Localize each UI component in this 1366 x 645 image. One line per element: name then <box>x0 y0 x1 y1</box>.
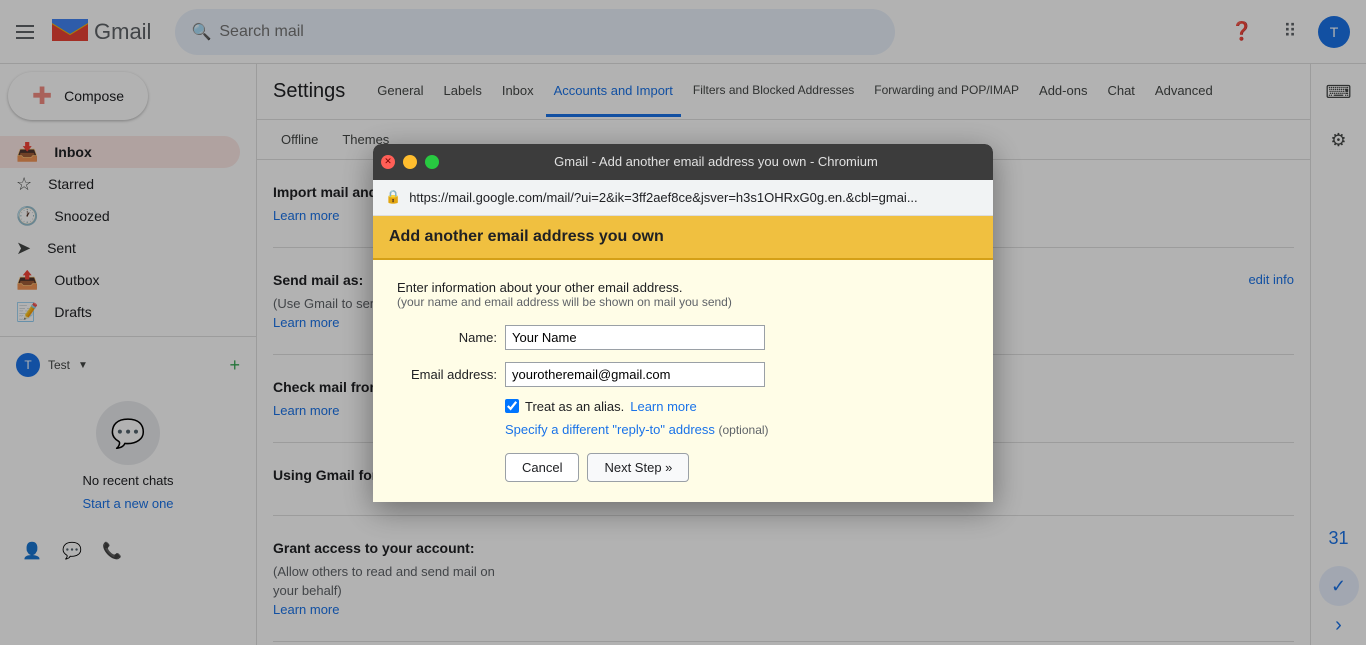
name-label: Name: <box>397 330 497 345</box>
name-input[interactable] <box>505 325 765 350</box>
reply-to-row: Specify a different "reply-to" address (… <box>505 422 969 437</box>
dialog-body: Enter information about your other email… <box>373 260 993 502</box>
browser-max-button[interactable] <box>425 155 439 169</box>
alias-checkbox[interactable] <box>505 399 519 413</box>
alias-row: Treat as an alias. Learn more <box>505 399 969 414</box>
reply-to-optional: (optional) <box>719 423 769 437</box>
dialog-info-text: Enter information about your other email… <box>397 280 969 295</box>
cancel-button[interactable]: Cancel <box>505 453 579 482</box>
dialog-info-subtext: (your name and email address will be sho… <box>397 295 969 309</box>
email-input[interactable] <box>505 362 765 387</box>
browser-window: ✕ Gmail - Add another email address you … <box>373 144 993 502</box>
dialog-content: Add another email address you own Enter … <box>373 216 993 502</box>
browser-close-button[interactable]: ✕ <box>381 155 395 169</box>
alias-label: Treat as an alias. <box>525 399 624 414</box>
reply-to-link[interactable]: Specify a different "reply-to" address <box>505 422 715 437</box>
dialog-buttons: Cancel Next Step » <box>505 453 969 482</box>
next-step-button[interactable]: Next Step » <box>587 453 689 482</box>
browser-min-button[interactable] <box>403 155 417 169</box>
browser-title: Gmail - Add another email address you ow… <box>447 154 985 169</box>
overlay: ✕ Gmail - Add another email address you … <box>0 0 1366 645</box>
lock-icon: 🔒 <box>385 189 401 205</box>
email-label: Email address: <box>397 367 497 382</box>
name-field-row: Name: <box>397 325 969 350</box>
alias-learn-more-link[interactable]: Learn more <box>630 399 696 414</box>
address-text: https://mail.google.com/mail/?ui=2&ik=3f… <box>409 190 917 205</box>
dialog-header: Add another email address you own <box>373 216 993 260</box>
email-field-row: Email address: <box>397 362 969 387</box>
browser-addressbar: 🔒 https://mail.google.com/mail/?ui=2&ik=… <box>373 180 993 216</box>
dialog-title: Add another email address you own <box>389 228 977 246</box>
browser-titlebar: ✕ Gmail - Add another email address you … <box>373 144 993 180</box>
dialog-info: Enter information about your other email… <box>397 280 969 309</box>
